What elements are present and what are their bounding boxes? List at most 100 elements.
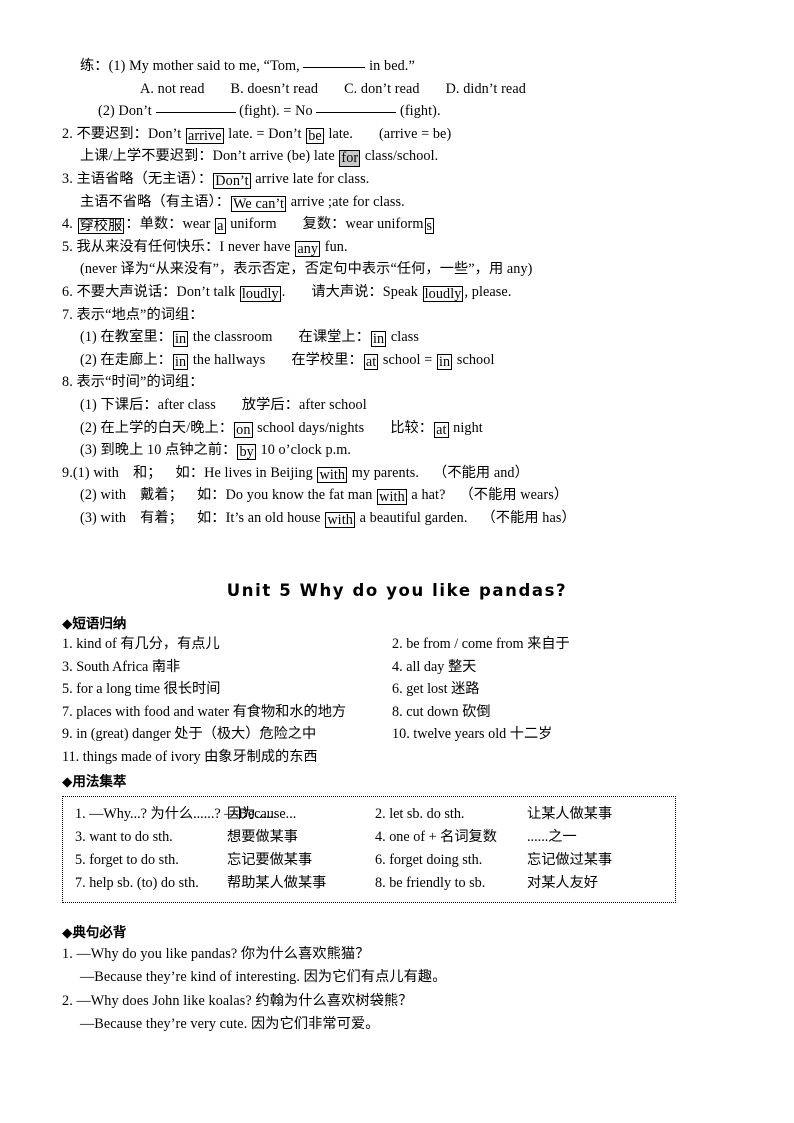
phrase-item: 1. kind of 有几分，有点儿 bbox=[62, 636, 220, 653]
sub-label-2: 比较： bbox=[390, 419, 434, 436]
phrase-item: 10. twelve years old 十二岁 bbox=[392, 726, 553, 743]
item-mid: arrive late for class. bbox=[251, 170, 370, 187]
phrase-item: 7. places with food and water 有食物和水的地方 bbox=[62, 703, 347, 720]
item-pre-2: Don’t arrive (be) late bbox=[212, 148, 339, 165]
sub-label: (2) 在上学的白天/晚上： bbox=[80, 419, 234, 436]
usage-row: 5. forget to do sth. 忘记要做某事 6. forget doi… bbox=[75, 849, 665, 872]
blank-line bbox=[155, 112, 236, 114]
phrase-item: 2. be from / come from 来自于 bbox=[392, 636, 570, 653]
grammar-item-6: 6. 不要大声说话：Don’t talk loudly. 请大声说：Speak l… bbox=[62, 281, 732, 304]
usage-cell-left: 5. forget to do sth. 忘记要做某事 bbox=[75, 849, 375, 872]
sub-text: school days/nights bbox=[253, 419, 365, 436]
with-pre: Do you know the fat man bbox=[225, 487, 377, 504]
usage-cn: 帮助某人做某事 bbox=[227, 874, 327, 891]
phrase-item: 9. in (great) danger 处于（极大）危险之中 bbox=[62, 726, 317, 743]
sentence-answer: —Because they’re kind of interesting. 因为… bbox=[80, 969, 447, 986]
with-head: (2) with bbox=[80, 487, 127, 504]
item-mid: late. = Don’t bbox=[224, 125, 306, 142]
highlight-box-in-classroom: in bbox=[172, 331, 189, 348]
item-chinese: 主语省略（无主语）： bbox=[76, 170, 213, 187]
phrase-item: 8. cut down 砍倒 bbox=[392, 703, 491, 720]
with-post: a hat? bbox=[407, 487, 446, 504]
highlight-box-with-1: with bbox=[317, 466, 348, 483]
practice-options: A. not read B. doesn’t read C. don’t read D… bbox=[62, 78, 732, 101]
option-a: A. not read bbox=[140, 80, 205, 97]
usage-cn: 忘记要做某事 bbox=[227, 851, 313, 868]
item-chinese: 表示“地点”的词组： bbox=[76, 306, 204, 323]
item-chinese: 表示“时间”的词组： bbox=[76, 374, 204, 391]
usage-dashed-box: 1. —Why...? 为什么......? —Because...因为....… bbox=[62, 795, 676, 903]
usage-en: 3. want to do sth. bbox=[75, 828, 173, 845]
highlight-box-loudly-2: loudly bbox=[422, 285, 464, 303]
highlight-box-we-cant: We can’t bbox=[231, 195, 287, 212]
grammar-item-3: 3. 主语省略（无主语）： Don’t arrive late for class… bbox=[62, 168, 732, 191]
phrase-item: 5. for a long time 很长时间 bbox=[62, 681, 221, 698]
practice-q1-suffix: in bed.” bbox=[369, 58, 415, 74]
grammar-item-5: 5. 我从来没有任何快乐：I never have any fun. bbox=[62, 236, 732, 259]
item-number: 6. bbox=[62, 283, 73, 300]
item-rest-b: uniform bbox=[226, 216, 277, 233]
highlight-box-on: on bbox=[234, 421, 253, 438]
section-heading-phrases: ◆短语归纳 bbox=[62, 616, 127, 633]
usage-cn: 想要做某事 bbox=[227, 828, 298, 845]
item-number: 8. bbox=[62, 374, 73, 391]
sub-label-2: 在学校里： bbox=[291, 351, 363, 368]
with-eg: 如： bbox=[175, 464, 205, 481]
usage-row: 1. —Why...? 为什么......? —Because...因为....… bbox=[75, 803, 665, 826]
item-pre-2: Speak bbox=[382, 283, 422, 300]
with-head: (3) with bbox=[80, 509, 127, 526]
with-eg: 如： bbox=[197, 509, 226, 526]
with-eg: 如： bbox=[197, 487, 226, 504]
usage-cell-left: 7. help sb. (to) do sth. 帮助某人做某事 bbox=[75, 872, 375, 895]
grammar-item-7: 7. 表示“地点”的词组： bbox=[62, 304, 732, 327]
with-cn: 有着； bbox=[140, 509, 183, 526]
item-mid-2: class/school. bbox=[361, 148, 439, 165]
grammar-item-9: 9.(1) with 和； 如：He lives in Beijing with m… bbox=[62, 462, 732, 485]
grammar-item-8-sub-1: (1) 下课后：after class 放学后：after school bbox=[62, 394, 732, 417]
item-rest-a: ：单数：wear bbox=[125, 216, 215, 233]
grammar-item-9-line-3: (3) with 有着； 如：It’s an old house with a be… bbox=[62, 507, 732, 530]
usage-en: 4. one of + 名词复数 bbox=[375, 828, 497, 845]
usage-cell-right: 6. forget doing sth. 忘记做过某事 bbox=[375, 849, 665, 872]
practice-label: 练： bbox=[80, 58, 109, 74]
phrase-row: 7. places with food and water 有食物和水的地方 8… bbox=[62, 701, 732, 723]
grammar-item-9-line-2: (2) with 戴着； 如：Do you know the fat man wit… bbox=[62, 484, 732, 507]
sub-text-2: school = bbox=[379, 351, 436, 368]
grammar-item-8-sub-3: (3) 到晚上 10 点钟之前： by 10 o’clock p.m. bbox=[62, 439, 732, 462]
item-number: 4. bbox=[62, 216, 73, 233]
item-post-2: , please. bbox=[464, 283, 512, 300]
item-chinese-2: 主语不省略（有主语）： bbox=[80, 193, 231, 210]
highlight-box-dont: Don’t bbox=[213, 172, 251, 190]
highlight-box-arrive: arrive bbox=[185, 127, 224, 144]
with-pre: It’s an old house bbox=[225, 509, 325, 526]
page-content: 练：(1) My mother said to me, “Tom, in bed… bbox=[62, 55, 732, 1037]
usage-en: 8. be friendly to sb. bbox=[375, 874, 486, 891]
item-pre: Don’t talk bbox=[176, 283, 239, 300]
practice-q2-p3: (fight). bbox=[400, 103, 441, 120]
highlight-box-at-night: at bbox=[434, 421, 449, 438]
usage-cell-right: 4. one of + 名词复数 ......之一 bbox=[375, 826, 665, 849]
grammar-item-3-line-2: 主语不省略（有主语）： We can’t arrive ;ate for clas… bbox=[62, 191, 732, 214]
practice-q1-prefix: (1) My mother said to me, “Tom, bbox=[108, 58, 300, 74]
highlight-box-in-hallways: in bbox=[172, 353, 189, 370]
phrase-item: 11. things made of ivory 由象牙制成的东西 bbox=[62, 748, 318, 765]
highlight-box-by: by bbox=[237, 444, 256, 461]
section-heading-sentences: ◆典句必背 bbox=[62, 924, 127, 941]
with-pre: He lives in Beijing bbox=[204, 464, 317, 481]
phrase-row: 5. for a long time 很长时间 6. get lost 迷路 bbox=[62, 678, 732, 700]
sub-text: the hallways bbox=[189, 351, 266, 368]
usage-en: 2. let sb. do sth. bbox=[375, 805, 465, 822]
usage-row: 3. want to do sth. 想要做某事 4. one of + 名词复数… bbox=[75, 826, 665, 849]
grammar-item-5-note: (never 译为“从来没有”，表示否定，否定句中表示“任何，一些”，用 any… bbox=[62, 258, 732, 281]
sentence-question: 1. —Why do you like pandas? 你为什么喜欢熊猫？ bbox=[62, 945, 370, 962]
usage-cell-left: 3. want to do sth. 想要做某事 bbox=[75, 826, 375, 849]
option-d: D. didn’t read bbox=[445, 80, 526, 97]
grammar-item-7-sub-2: (2) 在走廊上： in the hallways 在学校里： at school =… bbox=[62, 349, 732, 372]
usage-en: 1. —Why...? 为什么......? —Because... bbox=[75, 805, 297, 822]
sub-text-2: class bbox=[387, 329, 419, 346]
practice-question-1: 练：(1) My mother said to me, “Tom, in bed… bbox=[62, 55, 732, 78]
usage-cn: ......之一 bbox=[527, 828, 577, 845]
sub-text: the classroom bbox=[189, 329, 273, 346]
item-number: 7. bbox=[62, 306, 73, 323]
practice-q2-p1: (2) Don’t bbox=[98, 103, 152, 120]
